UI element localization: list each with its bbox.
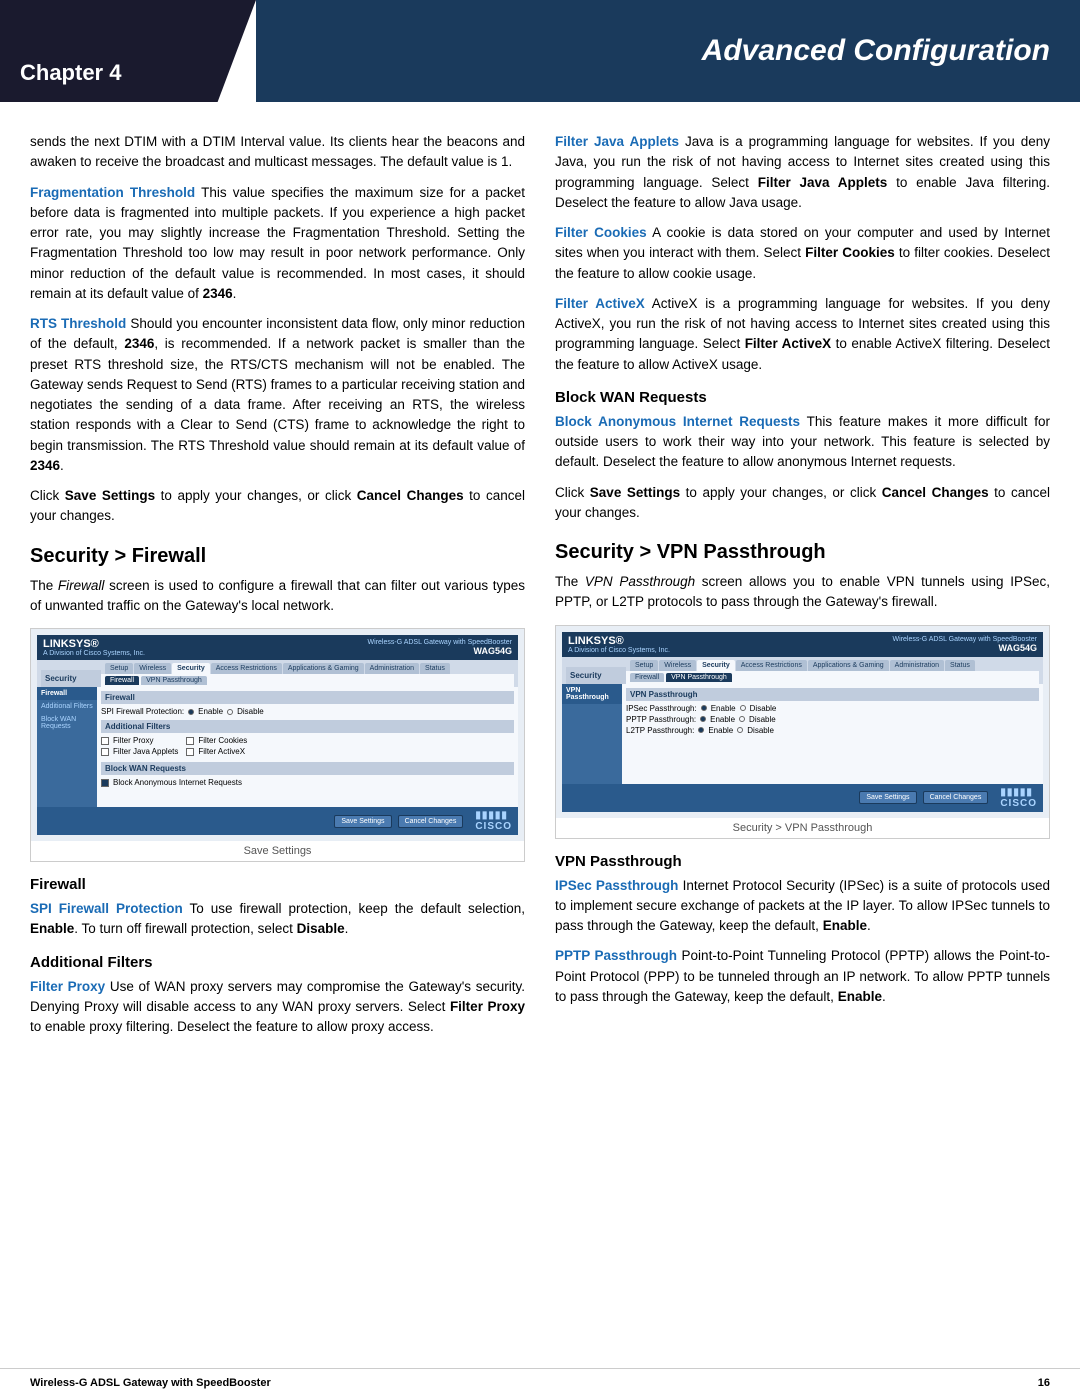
- vpn-passthrough-heading: VPN Passthrough: [555, 853, 1050, 870]
- rts-body: Should you encounter inconsistent data f…: [30, 316, 525, 473]
- fragmentation-label: Fragmentation Threshold: [30, 185, 195, 200]
- vpn-caption: Security > VPN Passthrough: [556, 818, 1049, 838]
- rts-para: RTS Threshold Should you encounter incon…: [30, 314, 525, 476]
- ipsec-label: IPSec Passthrough: [555, 878, 678, 893]
- footer-page-number: 16: [1038, 1377, 1050, 1389]
- filter-activex-label: Filter ActiveX: [555, 296, 645, 311]
- firewall-caption: Save Settings: [31, 841, 524, 861]
- block-anon-label: Block Anonymous Internet Requests: [555, 414, 800, 429]
- vpn-intro: The VPN Passthrough screen allows you to…: [555, 572, 1050, 613]
- filter-proxy-label: Filter Proxy: [30, 979, 105, 994]
- firewall-intro: The Firewall screen is used to configure…: [30, 576, 525, 617]
- page-header: Chapter 4 Advanced Configuration: [0, 0, 1080, 102]
- left-column: sends the next DTIM with a DTIM Interval…: [30, 132, 525, 1047]
- firewall-subheading: Firewall: [30, 876, 525, 893]
- page-title: Advanced Configuration: [702, 34, 1050, 68]
- spi-para: SPI Firewall Protection To use firewall …: [30, 899, 525, 940]
- filter-cookies-para: Filter Cookies A cookie is data stored o…: [555, 223, 1050, 284]
- save-cancel-para1: Click Save Settings to apply your change…: [30, 486, 525, 527]
- ipsec-para: IPSec Passthrough Internet Protocol Secu…: [555, 876, 1050, 937]
- pptp-para: PPTP Passthrough Point-to-Point Tunnelin…: [555, 946, 1050, 1007]
- filter-proxy-para: Filter Proxy Use of WAN proxy servers ma…: [30, 977, 525, 1038]
- filter-java-label: Filter Java Applets: [555, 134, 679, 149]
- save-cancel-para2: Click Save Settings to apply your change…: [555, 483, 1050, 524]
- vpn-screenshot: LINKSYS® A Division of Cisco Systems, In…: [555, 625, 1050, 839]
- page-footer: Wireless-G ADSL Gateway with SpeedBooste…: [0, 1368, 1080, 1397]
- firewall-screenshot: LINKSYS® A Division of Cisco Systems, In…: [30, 628, 525, 862]
- intro-para1: sends the next DTIM with a DTIM Interval…: [30, 132, 525, 173]
- security-vpn-heading: Security > VPN Passthrough: [555, 541, 1050, 564]
- pptp-label: PPTP Passthrough: [555, 948, 677, 963]
- security-firewall-heading: Security > Firewall: [30, 545, 525, 568]
- chapter-label: Chapter 4: [0, 0, 256, 102]
- fragmentation-para: Fragmentation Threshold This value speci…: [30, 183, 525, 305]
- right-column: Filter Java Applets Java is a programmin…: [555, 132, 1050, 1047]
- footer-product-label: Wireless-G ADSL Gateway with SpeedBooste…: [30, 1377, 271, 1389]
- spi-label: SPI Firewall Protection: [30, 901, 183, 916]
- block-wan-heading: Block WAN Requests: [555, 389, 1050, 406]
- page-title-bar: Advanced Configuration: [256, 0, 1080, 102]
- main-content: sends the next DTIM with a DTIM Interval…: [0, 102, 1080, 1067]
- additional-filters-heading: Additional Filters: [30, 954, 525, 971]
- filter-activex-para: Filter ActiveX ActiveX is a programming …: [555, 294, 1050, 375]
- filter-cookies-label: Filter Cookies: [555, 225, 647, 240]
- fragmentation-body: This value specifies the maximum size fo…: [30, 185, 525, 301]
- filter-java-para: Filter Java Applets Java is a programmin…: [555, 132, 1050, 213]
- block-anon-para: Block Anonymous Internet Requests This f…: [555, 412, 1050, 473]
- rts-label: RTS Threshold: [30, 316, 126, 331]
